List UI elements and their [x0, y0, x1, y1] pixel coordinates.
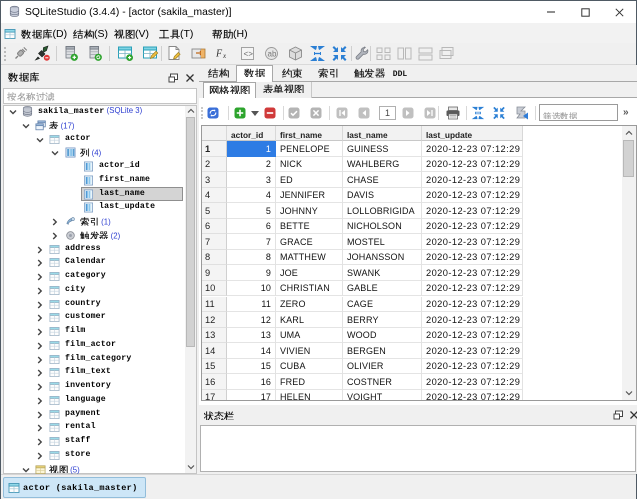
- svg-text:x: x: [222, 52, 227, 60]
- svg-text:ab: ab: [268, 50, 277, 59]
- svg-text:F: F: [215, 49, 223, 60]
- svg-text:<>: <>: [244, 51, 254, 60]
